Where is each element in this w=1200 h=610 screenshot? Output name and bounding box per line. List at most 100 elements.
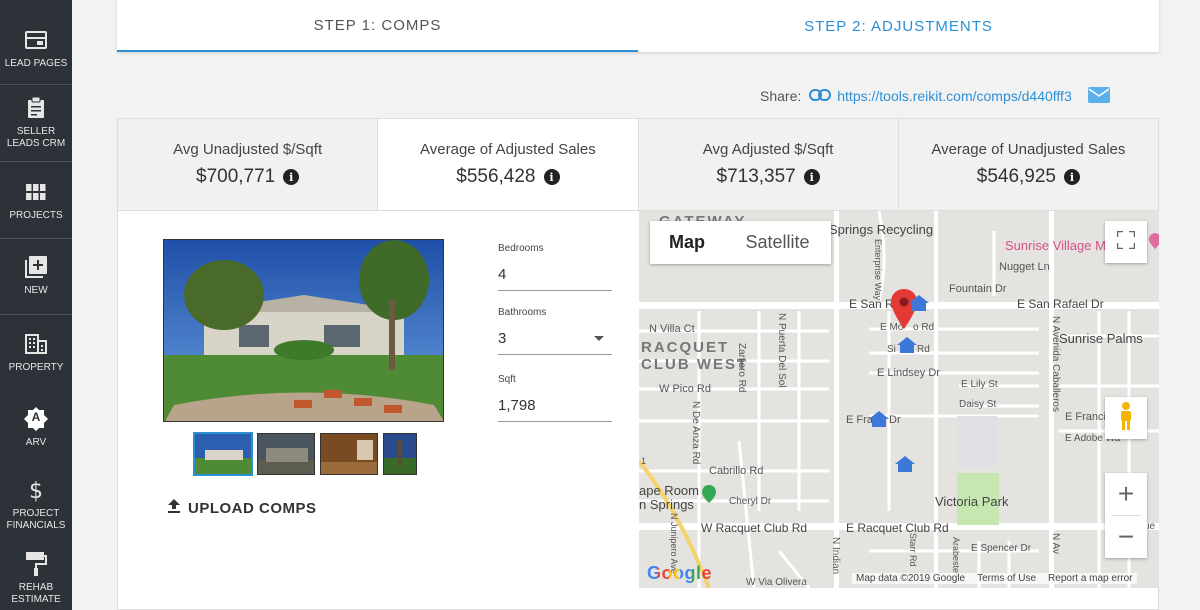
sidebar-divider [0, 84, 72, 85]
stat-label: Avg Adjusted $/Sqft [702, 141, 834, 158]
sidebar-item-lead-pages[interactable]: LEAD PAGES [0, 28, 72, 70]
upload-comps-button[interactable]: UPLOAD COMPS [168, 499, 317, 517]
zoom-in-button[interactable]: + [1118, 473, 1134, 515]
map-label: Sunrise Village M [1005, 238, 1106, 253]
photo-thumbnails [193, 432, 417, 476]
thumbnail[interactable] [320, 433, 378, 475]
comps-map[interactable]: GATEWAY RACQUET CLUB WEST Springs Recycl… [639, 211, 1159, 588]
comps-card: Avg Unadjusted $/Sqft $700,771 i Average … [117, 118, 1159, 610]
sidebar-item-project-financials[interactable]: $ PROJECT FINANCIALS [0, 478, 72, 532]
map-label: E Lily St [961, 379, 998, 390]
share-bar: Share: https://tools.reikit.com/comps/d4… [760, 86, 1110, 106]
fullscreen-icon [1115, 229, 1137, 254]
tab-step-1-comps[interactable]: STEP 1: COMPS [117, 0, 638, 52]
map-type-map-button[interactable]: Map [650, 232, 724, 253]
sidebar-divider [0, 314, 72, 315]
street-view-pegman-button[interactable] [1105, 397, 1147, 439]
sidebar-item-property[interactable]: PROPERTY [0, 332, 72, 374]
map-data-attribution: Map data ©2019 Google [856, 573, 966, 584]
stat-avg-unadjusted-sqft: Avg Unadjusted $/Sqft $700,771 i [118, 119, 379, 210]
stat-avg-adjusted-sqft: Avg Adjusted $/Sqft $713,357 i [638, 119, 899, 210]
map-label: Zanjero Rd [736, 343, 747, 393]
info-icon[interactable]: i [283, 169, 300, 185]
map-label: W Via Olivera [746, 577, 807, 588]
building-icon [24, 332, 48, 356]
map-label: E Spencer Dr [971, 543, 1032, 554]
poi-marker-icon [1149, 233, 1159, 254]
sidebar-item-label: ARV [25, 437, 47, 448]
map-label: n Springs [639, 497, 694, 512]
arv-badge-letter: A [31, 410, 41, 424]
sqft-label: Sqft [498, 374, 516, 385]
svg-text:$: $ [29, 479, 43, 502]
sidebar-item-arv[interactable]: A ARV [0, 407, 72, 449]
sidebar-item-rehab-estimate[interactable]: REHAB ESTIMATE [0, 552, 72, 606]
poi-marker-icon [702, 485, 716, 508]
bathrooms-field[interactable]: Bathrooms 3 [498, 307, 612, 355]
map-label: E San Rafael Dr [1017, 297, 1104, 311]
stat-value: $700,771 [196, 166, 276, 187]
tab-step-2-adjustments[interactable]: STEP 2: ADJUSTMENTS [638, 0, 1159, 52]
comp-house-icon[interactable] [869, 411, 889, 432]
zoom-out-button[interactable]: − [1118, 516, 1134, 558]
comp-house-icon[interactable] [909, 295, 929, 316]
map-label: E Racquet Club Rd [846, 521, 949, 535]
add-box-icon [24, 255, 48, 279]
steps-header: STEP 1: COMPS STEP 2: ADJUSTMENTS [117, 0, 1159, 52]
stat-label: Average of Unadjusted Sales [931, 141, 1126, 158]
sqft-field[interactable]: Sqft 1,798 [498, 374, 612, 422]
map-label: W Pico Rd [659, 383, 711, 395]
report-map-error-link[interactable]: Report a map error [1048, 573, 1132, 584]
map-label: N Avenida Caballeros [1050, 316, 1061, 412]
google-logo-text: Google [647, 563, 712, 583]
link-icon [809, 88, 832, 104]
pegman-icon [1117, 401, 1135, 436]
stats-row: Avg Unadjusted $/Sqft $700,771 i Average … [118, 119, 1158, 211]
google-logo: Google [647, 563, 712, 584]
map-label: Cabrillo Rd [709, 465, 764, 477]
sidebar-item-projects[interactable]: PROJECTS [0, 180, 72, 222]
sidebar-divider [0, 238, 72, 239]
map-label: Arabeste [951, 537, 961, 574]
thumbnail[interactable] [383, 433, 417, 475]
stat-value: $546,925 [976, 166, 1056, 187]
stat-label: Avg Unadjusted $/Sqft [173, 141, 323, 158]
thumbnail[interactable] [257, 433, 315, 475]
comp-house-icon[interactable] [895, 456, 915, 477]
info-icon[interactable]: i [803, 169, 820, 185]
bedrooms-field[interactable]: Bedrooms 4 [498, 243, 612, 291]
comp-house-icon[interactable] [897, 337, 917, 358]
paint-roller-icon [24, 552, 48, 576]
map-label: Starr Rd [908, 533, 918, 567]
map-label: Sunrise Palms [1059, 331, 1143, 346]
upload-icon [168, 499, 180, 517]
map-label: N Villa Ct [649, 323, 695, 335]
sidebar-item-seller-leads-crm[interactable]: SELLER LEADS CRM [0, 96, 72, 150]
clipboard-icon [24, 96, 48, 120]
map-label: Si [887, 344, 896, 355]
stat-value: $556,428 [456, 166, 536, 187]
email-icon[interactable] [1087, 86, 1110, 106]
terms-of-use-link[interactable]: Terms of Use [977, 573, 1036, 584]
map-label: Daisy St [959, 399, 997, 410]
map-label: E Lindsey Dr [877, 367, 940, 379]
map-label: 1 [641, 456, 647, 466]
thumbnail[interactable] [193, 432, 253, 476]
chevron-down-icon [594, 336, 604, 341]
map-label: Cheryl Dr [729, 496, 772, 507]
map-type-satellite-button[interactable]: Satellite [724, 232, 831, 253]
bedrooms-input[interactable]: 4 [498, 266, 612, 291]
fullscreen-button[interactable] [1105, 221, 1147, 263]
sidebar-item-label: PROJECT FINANCIALS [6, 508, 66, 531]
bathrooms-select[interactable]: 3 [498, 330, 612, 355]
info-icon[interactable]: i [1064, 169, 1080, 185]
sidebar-item-label: LEAD PAGES [4, 58, 68, 69]
sqft-input[interactable]: 1,798 [498, 397, 612, 422]
sidebar-item-label: PROPERTY [8, 362, 64, 373]
lead-pages-icon [24, 28, 48, 52]
sidebar-item-new[interactable]: NEW [0, 255, 72, 297]
share-url-link[interactable]: https://tools.reikit.com/comps/d440fff3 [837, 88, 1072, 104]
map-label: N De Anza Rd [690, 401, 701, 465]
property-photo[interactable] [163, 239, 444, 422]
info-icon[interactable]: i [543, 169, 560, 185]
